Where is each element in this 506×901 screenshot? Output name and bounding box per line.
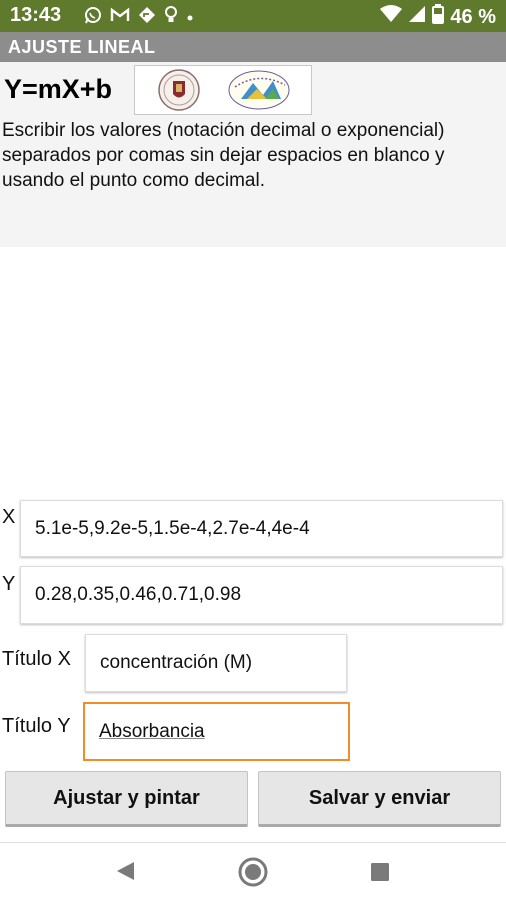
navigation-bar: [0, 842, 506, 901]
app-title-bar: AJUSTE LINEAL: [0, 32, 506, 62]
title-y-label: Título Y: [2, 715, 71, 737]
x-values-input[interactable]: 5.1e-5,9.2e-5,1.5e-4,2.7e-4,4e-4: [20, 500, 503, 557]
y-values-input[interactable]: 0.28,0.35,0.46,0.71,0.98: [20, 566, 503, 624]
recents-icon[interactable]: [370, 862, 390, 887]
title-x-label: Título X: [2, 648, 71, 670]
signal-icon: [408, 5, 426, 29]
dot-icon: [186, 9, 194, 27]
header-area: Y=mX+b Escribir los valores (notación de…: [0, 62, 506, 247]
y-values-text: 0.28,0.35,0.46,0.71,0.98: [35, 584, 242, 605]
gmail-icon: [110, 7, 130, 28]
status-time: 13:43: [10, 4, 62, 26]
back-icon[interactable]: [114, 860, 136, 887]
notification-icons: [84, 6, 194, 29]
save-and-send-label: Salvar y enviar: [308, 786, 451, 809]
battery-level: 46 %: [450, 5, 496, 28]
app-title: AJUSTE LINEAL: [8, 37, 156, 57]
fit-and-plot-label: Ajustar y pintar: [53, 786, 200, 809]
whatsapp-icon: [84, 6, 102, 29]
title-y-text: Absorbancia: [99, 720, 205, 742]
instructions-text: Escribir los valores (notación decimal o…: [2, 120, 445, 191]
maps-icon: [138, 6, 156, 29]
x-values-text: 5.1e-5,9.2e-5,1.5e-4,2.7e-4,4e-4: [35, 517, 310, 539]
university-seal-logo: [157, 68, 201, 117]
title-x-input[interactable]: concentración (M): [85, 634, 347, 692]
project-logo: [227, 69, 291, 116]
battery-icon: [432, 4, 445, 30]
logos: [134, 65, 312, 115]
title-y-input[interactable]: Absorbancia: [83, 702, 350, 761]
home-icon[interactable]: [237, 856, 269, 893]
x-label: X: [2, 506, 16, 528]
fit-and-plot-button[interactable]: Ajustar y pintar: [5, 771, 248, 827]
title-x-text: concentración (M): [100, 652, 253, 673]
status-bar: 13:43 46 %: [0, 0, 506, 32]
status-right: 46 %: [380, 4, 496, 30]
equation-label: Y=mX+b: [4, 74, 113, 104]
y-label: Y: [2, 573, 16, 595]
wifi-icon: [380, 5, 403, 29]
save-and-send-button[interactable]: Salvar y enviar: [258, 771, 501, 827]
bulb-icon: [164, 6, 178, 29]
